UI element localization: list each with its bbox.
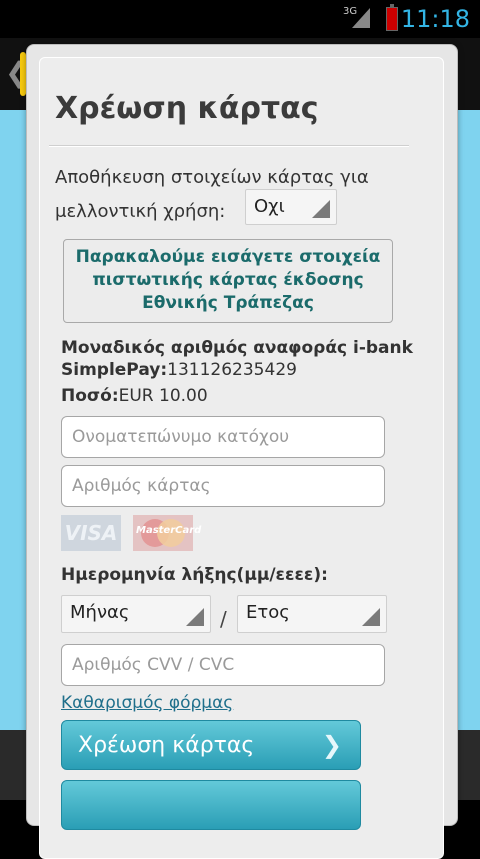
dialog-title: Χρέωση κάρτας [55,91,319,126]
battery-icon [386,4,398,31]
visa-logo: VISA [61,515,121,551]
amount-label: Ποσό: [61,386,119,406]
title-divider [49,145,409,147]
amount: Ποσό:EUR 10.00 [61,386,208,406]
status-bar: 3G 11:18 [0,0,480,38]
expiry-label: Ημερομηνία λήξης(μμ/εεεε): [61,565,328,585]
charge-card-button[interactable]: Χρέωση κάρτας ❯ [61,720,361,770]
mastercard-logo-text: MasterCard [136,525,202,536]
clear-form-link[interactable]: Καθαρισμός φόρμας [61,693,233,713]
secondary-button[interactable] [61,780,361,830]
card-number-placeholder: Αριθμός κάρτας [72,476,211,496]
save-card-select-value: Οχι [254,196,285,217]
save-card-select[interactable]: Οχι [245,189,337,225]
dropdown-triangle-icon [362,608,380,626]
cvv-placeholder: Αριθμός CVV / CVC [72,655,235,675]
notice-box: Παρακαλούμε εισάγετε στοιχεία πιστωτικής… [63,239,393,323]
chevron-right-icon: ❯ [321,731,342,759]
reference-number: Μοναδικός αριθμός αναφοράς i-bank Simple… [61,337,421,381]
cardholder-name-placeholder: Ονοματεπώνυμο κατόχου [72,427,290,447]
dropdown-triangle-icon [186,608,204,626]
month-select-value: Μήνας [70,602,130,623]
clock: 11:18 [400,5,470,33]
year-select[interactable]: Ετος [237,595,387,633]
expiry-separator: / [220,607,227,631]
dropdown-triangle-icon [312,200,330,218]
cvv-input[interactable]: Αριθμός CVV / CVC [61,644,385,686]
signal-icon [352,8,370,28]
cardholder-name-input[interactable]: Ονοματεπώνυμο κατόχου [61,416,385,458]
reference-value: 131126235429 [167,360,297,380]
amount-value: EUR 10.00 [118,386,208,406]
mastercard-logo: MasterCard [133,515,201,551]
year-select-value: Ετος [246,602,290,623]
month-select[interactable]: Μήνας [61,595,211,633]
card-number-input[interactable]: Αριθμός κάρτας [61,465,385,507]
charge-card-button-label: Χρέωση κάρτας [78,733,255,758]
payment-dialog: Χρέωση κάρτας Αποθήκευση στοιχείων κάρτα… [26,44,458,859]
